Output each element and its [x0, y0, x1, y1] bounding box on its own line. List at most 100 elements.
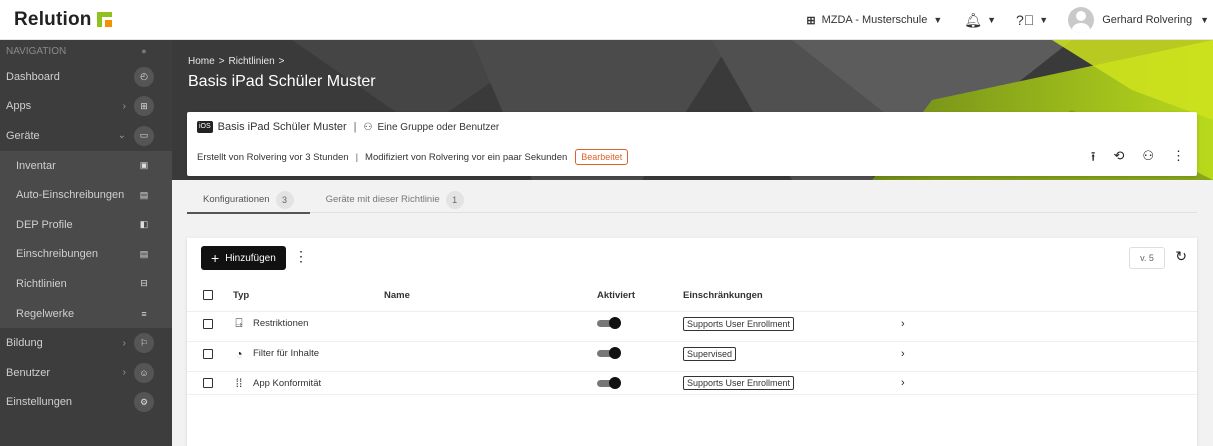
sidebar-item-einstellungen[interactable]: Einstellungen ⚙ — [0, 388, 172, 418]
activated-toggle[interactable] — [597, 317, 621, 329]
tab-konfigurationen[interactable]: Konfigurationen 3 — [187, 187, 310, 214]
activated-toggle[interactable] — [597, 347, 621, 359]
chevron-down-icon: ▼ — [933, 15, 943, 25]
more-options-icon[interactable]: ⋮ — [294, 248, 308, 265]
status-badge: Bearbeitet — [575, 149, 629, 165]
sidebar-item-benutzer[interactable]: Benutzer › ☺ — [0, 358, 172, 388]
organization-selector[interactable]: ⊞ MZDA - Musterschule ▼ — [806, 14, 942, 27]
row-checkbox[interactable] — [203, 348, 213, 359]
sidebar-item-label: Richtlinien — [16, 277, 67, 290]
sidebar-item-richtlinien[interactable]: Richtlinien ⊟ — [0, 269, 172, 299]
pin-icon[interactable]: ● — [134, 41, 154, 61]
breadcrumb-separator: > — [218, 56, 225, 67]
column-header-typ[interactable]: Typ — [233, 290, 249, 301]
table-row[interactable]: ◔ Filter für Inhalte Supervised › — [187, 341, 1197, 365]
inventory-icon: ▣ — [139, 160, 149, 171]
policy-icon: ⊟ — [140, 278, 148, 289]
avatar — [1068, 7, 1095, 33]
refresh-icon[interactable]: ↻ — [1175, 248, 1187, 265]
tab-bar: Konfigurationen 3 Geräte mit dieser Rich… — [187, 187, 1197, 214]
created-info: Erstellt von Rolvering vor 3 Stunden — [197, 151, 349, 163]
table-row[interactable]: ⁞⁞ App Konformität Supports User Enrollm… — [187, 371, 1197, 395]
education-icon: ⚐ — [134, 333, 154, 354]
tab-label: Geräte mit dieser Richtlinie — [325, 194, 440, 205]
chevron-right-icon[interactable]: › — [901, 348, 905, 360]
add-button-label: Hinzufügen — [225, 252, 276, 264]
policy-info-card: iOS Basis iPad Schüler Muster | ⚇ Eine G… — [187, 112, 1197, 176]
breadcrumb: Home > Richtlinien > — [188, 56, 285, 67]
chevron-down-icon: ⌄ — [117, 130, 126, 142]
logo-mark-icon — [96, 12, 112, 27]
sidebar-item-einschreibungen[interactable]: Einschreibungen ▤ — [0, 239, 172, 270]
notifications-button[interactable]: 🔔︎ ▼ — [964, 12, 996, 29]
sidebar-item-inventar[interactable]: Inventar ▣ — [0, 150, 172, 181]
chevron-down-icon: ▼ — [1200, 15, 1209, 25]
org-icon: ⊞ — [806, 14, 816, 27]
chevron-right-icon[interactable]: › — [901, 318, 905, 330]
sidebar-item-label: Bildung — [6, 337, 43, 350]
chevron-right-icon[interactable]: › — [901, 377, 905, 389]
user-menu[interactable]: Gerhard Rolvering ▼ — [1068, 7, 1209, 33]
sidebar-item-label: Apps — [6, 100, 32, 113]
assign-users-icon[interactable]: ⚇ — [1142, 148, 1154, 170]
sidebar: NAVIGATION ● Dashboard ◴ Apps › ⊞ Geräte… — [0, 40, 172, 446]
sidebar-item-label: Dashboard — [6, 70, 60, 83]
divider: | — [353, 121, 357, 133]
tab-label: Konfigurationen — [203, 194, 270, 205]
enroll-icon: ▤ — [139, 248, 149, 259]
select-all-checkbox[interactable] — [203, 290, 213, 300]
tab-geraete[interactable]: Geräte mit dieser Richtlinie 1 — [310, 187, 480, 213]
plus-icon: + — [211, 250, 220, 266]
user-name: Gerhard Rolvering — [1102, 14, 1193, 26]
divider: | — [355, 151, 359, 163]
settings-icon: ⚙ — [134, 392, 154, 413]
chevron-down-icon: ▼ — [1039, 15, 1049, 25]
apps-icon: ⊞ — [134, 96, 154, 117]
table-row[interactable]: ⍈ Restriktionen Supports User Enrollment… — [187, 311, 1197, 335]
row-typ: App Konformität — [253, 377, 322, 389]
sidebar-item-regelwerke[interactable]: Regelwerke ≡ — [0, 298, 172, 329]
breadcrumb-home[interactable]: Home — [188, 56, 215, 67]
reset-icon[interactable]: ⟲ — [1113, 148, 1124, 170]
column-header-aktiviert[interactable]: Aktiviert — [597, 290, 635, 301]
chevron-right-icon: › — [122, 367, 126, 379]
sidebar-item-label: Einstellungen — [6, 396, 73, 409]
row-checkbox[interactable] — [203, 318, 213, 329]
column-header-name[interactable]: Name — [384, 290, 410, 301]
breadcrumb-richtlinien[interactable]: Richtlinien — [229, 56, 275, 67]
breadcrumb-separator: > — [278, 56, 285, 67]
sidebar-item-geraete[interactable]: Geräte ⌄ ▭ — [0, 121, 172, 151]
restriction-badge: Supports User Enrollment — [683, 316, 795, 331]
add-button[interactable]: + Hinzufügen — [201, 246, 286, 270]
modified-info: Modifiziert von Rolvering vor ein paar S… — [365, 151, 568, 163]
version-selector[interactable]: v. 5 — [1129, 247, 1165, 269]
row-typ: Filter für Inhalte — [253, 348, 319, 359]
dep-icon: ◧ — [139, 219, 149, 230]
sidebar-item-dep-profile[interactable]: DEP Profile ◧ — [0, 209, 172, 240]
more-options-icon[interactable]: ⋮ — [1172, 148, 1185, 170]
restrictions-icon: ⍈ — [235, 316, 243, 330]
help-icon: ?⃝ — [1015, 12, 1035, 28]
column-header-einschraenkungen[interactable]: Einschränkungen — [683, 290, 763, 301]
page-title: Basis iPad Schüler Muster — [188, 73, 376, 90]
assignment-link[interactable]: Eine Gruppe oder Benutzer — [378, 122, 500, 133]
users-icon: ☺ — [134, 362, 154, 383]
help-button[interactable]: ?⃝ ▼ — [1016, 12, 1048, 28]
sidebar-item-label: Einschreibungen — [16, 248, 98, 261]
sidebar-item-auto-einschreibungen[interactable]: Auto-Einschreibungen ▤ — [0, 180, 172, 210]
relution-logo[interactable]: Relution — [14, 9, 112, 31]
publish-icon[interactable]: ⭱ — [1091, 148, 1096, 170]
top-bar: Relution ⊞ MZDA - Musterschule ▼ 🔔︎ ▼ ?⃝… — [0, 0, 1213, 40]
rules-icon: ≡ — [141, 308, 147, 319]
table-header: Typ Name Aktiviert Einschränkungen — [187, 283, 1197, 307]
sidebar-item-dashboard[interactable]: Dashboard ◴ — [0, 62, 172, 92]
sidebar-item-apps[interactable]: Apps › ⊞ — [0, 92, 172, 122]
sidebar-item-bildung[interactable]: Bildung › ⚐ — [0, 328, 172, 358]
dashboard-icon: ◴ — [134, 66, 154, 87]
activated-toggle[interactable] — [597, 376, 621, 389]
group-icon: ⚇ — [363, 121, 373, 133]
logo-text: Relution — [14, 8, 92, 30]
row-checkbox[interactable] — [203, 378, 213, 388]
row-typ: Restriktionen — [253, 318, 309, 329]
app-compliance-icon: ⁞⁞ — [235, 376, 243, 390]
